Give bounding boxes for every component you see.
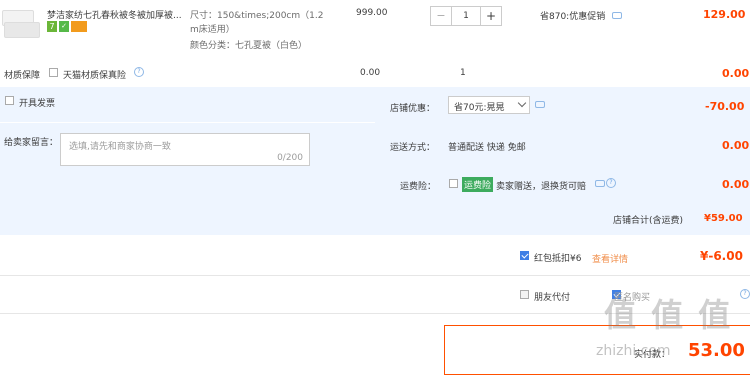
red-packet-checkbox[interactable] — [520, 251, 529, 260]
discount-message-icon[interactable] — [535, 101, 545, 108]
decrease-quantity-button[interactable]: − — [431, 7, 452, 25]
quantity-stepper[interactable]: − 1 + — [430, 6, 502, 26]
product-badges: 7 ✓ — [47, 21, 87, 32]
product-thumbnail[interactable] — [0, 4, 40, 38]
shipping-value: 普通配送 快递 免邮 — [448, 143, 526, 153]
message-counter: 0/200 — [277, 153, 303, 163]
watermark-logo: 值 值 值 — [604, 296, 733, 334]
product-spec-color: 颜色分类：七孔夏被（白色） — [190, 41, 308, 51]
freight-insurance-tag: 运费险 — [462, 177, 494, 192]
freight-help-icon[interactable]: ? — [606, 178, 616, 188]
shipping-label: 运送方式： — [390, 143, 436, 153]
increase-quantity-button[interactable]: + — [480, 7, 501, 25]
friend-pay-label: 朋友代付 — [534, 293, 571, 303]
quantity-input[interactable]: 1 — [452, 7, 480, 25]
insurance-price: 0.00 — [360, 68, 381, 78]
red-packet-label: 红包抵扣¥6 — [534, 254, 582, 264]
payment-amount: 53.00 — [688, 340, 745, 361]
insurance-label: 材质保障 — [4, 71, 41, 81]
credit-card-icon — [71, 21, 87, 32]
discount-amount: -70.00 — [705, 100, 745, 113]
item-subtotal: 129.00 — [703, 8, 746, 21]
friend-pay-help-icon[interactable]: ? — [740, 289, 750, 299]
freight-insurance-desc: 卖家赠送，退换货可赔 — [496, 182, 587, 192]
help-icon[interactable]: ? — [134, 67, 144, 77]
chevron-down-icon — [517, 98, 527, 108]
watermark-text: zhizhi.com — [596, 343, 671, 359]
product-spec-size: 尺寸：150&times;200cm（1.2 — [190, 11, 324, 21]
insurance-option[interactable]: 天猫材质保真险 — [63, 68, 126, 81]
message-textarea[interactable]: 选填,请先和商家协商一致 0/200 — [60, 133, 310, 166]
freight-insurance-label: 运费险： — [400, 182, 437, 192]
freight-insurance-checkbox — [449, 179, 458, 188]
shipping-amount: 0.00 — [722, 139, 750, 152]
discount-select[interactable]: 省70元:晃晃 — [448, 96, 530, 114]
message-label: 给卖家留言： — [4, 138, 59, 148]
product-spec-size-cont: m床适用） — [190, 25, 235, 35]
insurance-qty: 1 — [460, 68, 466, 78]
seven-day-return-badge: 7 — [47, 21, 57, 32]
invoice-row — [0, 87, 375, 123]
invoice-checkbox[interactable] — [5, 96, 14, 105]
freight-insurance-amount: 0.00 — [722, 178, 750, 191]
product-title-link[interactable]: 梦洁家纺七孔春秋被冬被加厚被... — [47, 8, 192, 21]
invoice-label[interactable]: 开具发票 — [19, 96, 55, 109]
freight-message-icon[interactable] — [595, 180, 605, 187]
discount-select-value: 省70元:晃晃 — [454, 103, 505, 113]
insurance-subtotal: 0.00 — [722, 67, 750, 80]
promo-text: 省870:优惠促销 — [540, 12, 606, 22]
green-badge-icon: ✓ — [59, 21, 69, 32]
friend-pay-checkbox[interactable] — [520, 290, 529, 299]
red-packet-amount: ¥-6.00 — [700, 249, 743, 263]
discount-label: 店铺优惠： — [390, 104, 436, 114]
shop-total-amount: ¥59.00 — [704, 213, 743, 224]
product-unit-price: 999.00 — [356, 8, 388, 18]
message-placeholder: 选填,请先和商家协商一致 — [69, 142, 171, 152]
red-packet-row — [0, 236, 750, 276]
shop-total-label: 店铺合计(含运费) — [613, 216, 684, 226]
promo-message-icon[interactable] — [612, 12, 622, 19]
red-packet-details-link[interactable]: 查看详情 — [592, 252, 628, 265]
insurance-checkbox[interactable] — [49, 68, 58, 77]
